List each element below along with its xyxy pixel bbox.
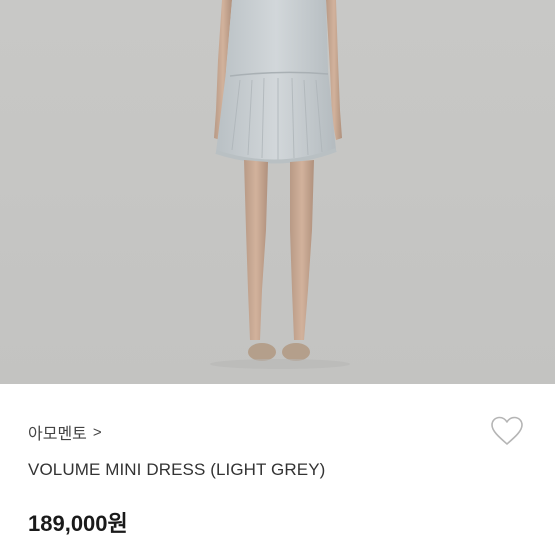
product-name: VOLUME MINI DRESS (LIGHT GREY) (28, 460, 326, 479)
brand-name: 아모멘토 (28, 426, 87, 443)
chevron-right-icon: > (92, 423, 102, 441)
product-info-panel: 아모멘토 > VOLUME MINI DRESS (LIGHT GREY) 18… (0, 384, 555, 555)
heart-outline-icon (491, 416, 523, 445)
model-photo (0, 0, 555, 384)
product-price: 189,000원 (28, 511, 128, 536)
brand-link[interactable]: 아모멘토 > (28, 420, 102, 444)
favorite-button[interactable] (486, 412, 528, 450)
product-image[interactable] (0, 0, 555, 384)
